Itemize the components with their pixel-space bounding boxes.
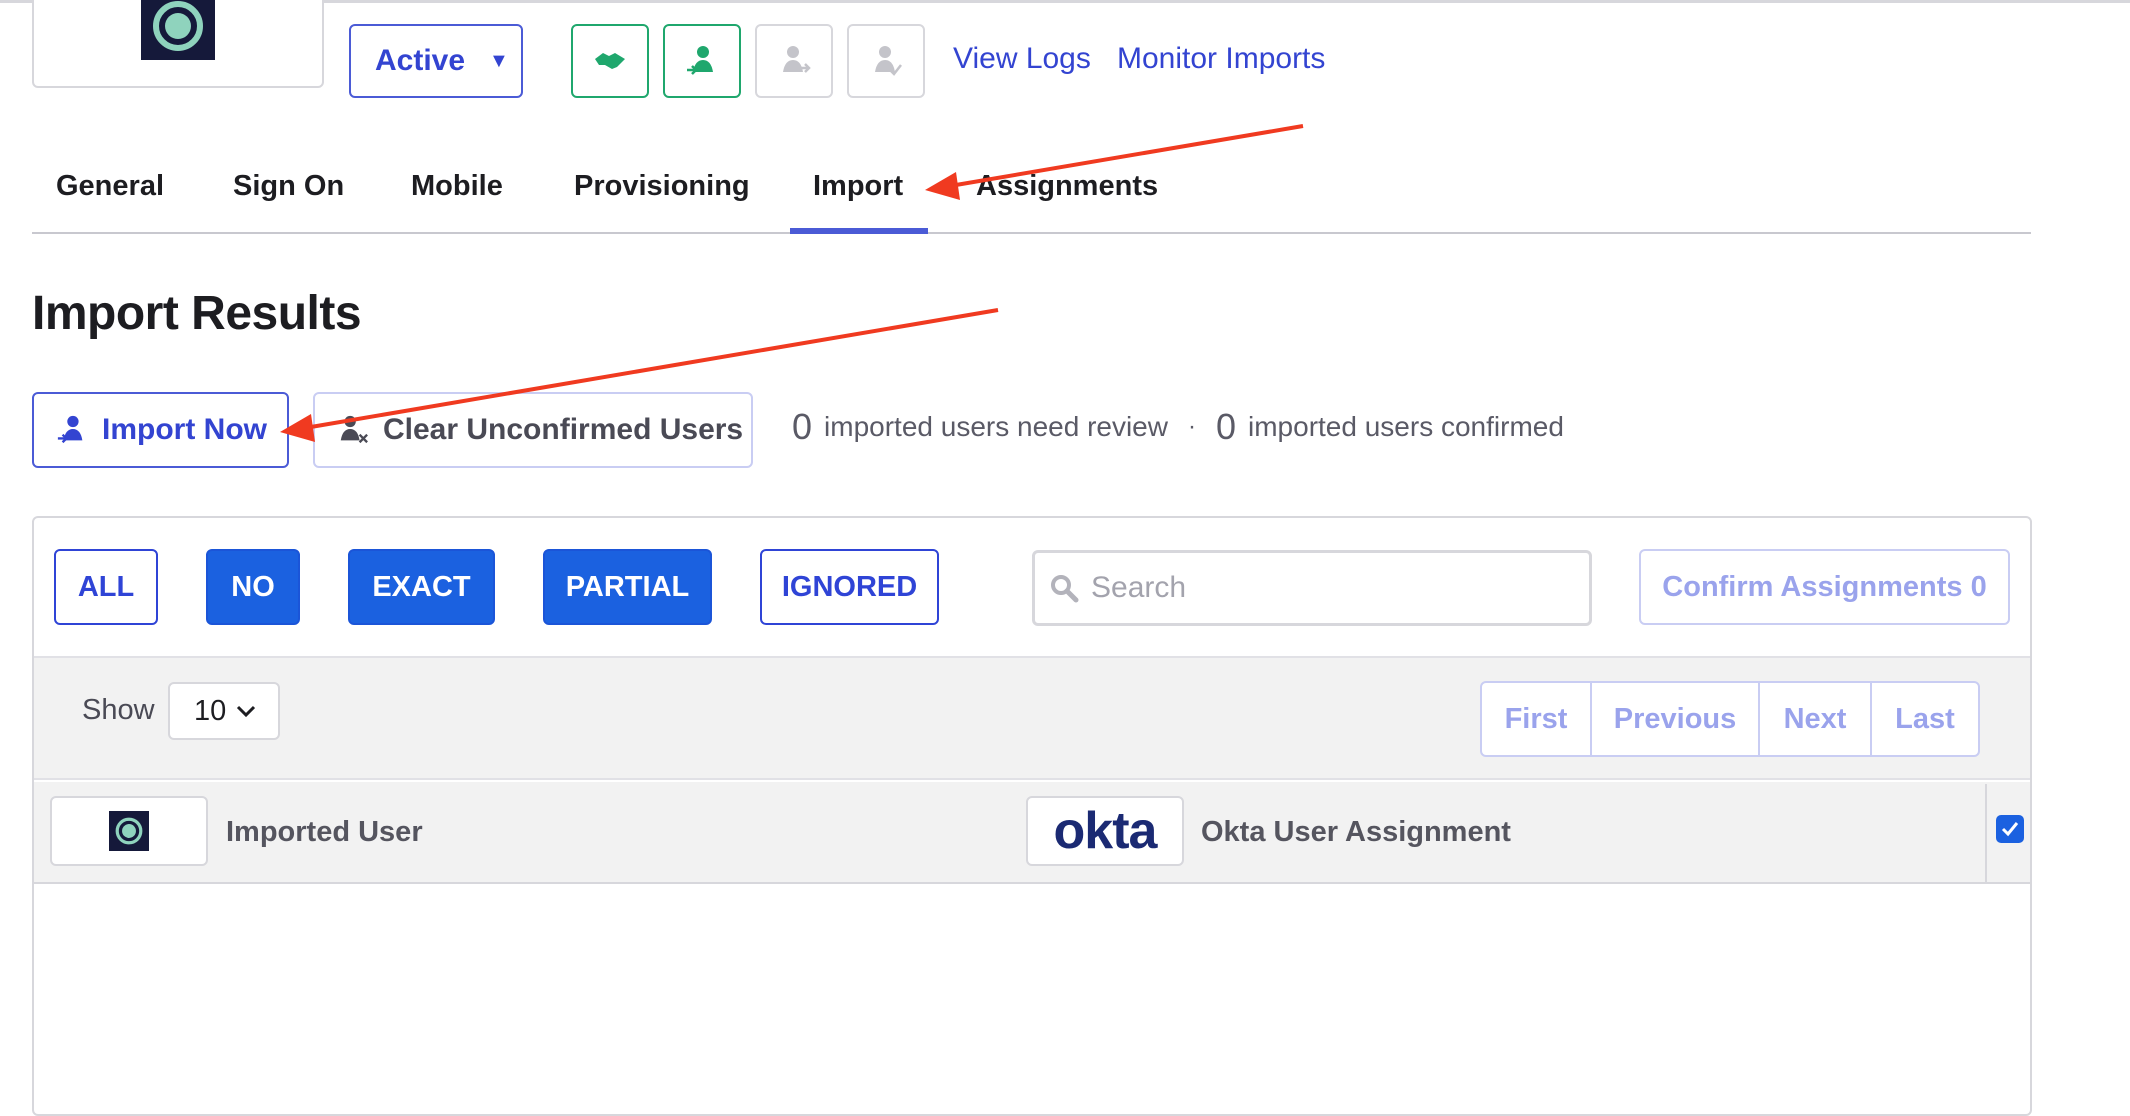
active-tab-indicator: [790, 228, 928, 234]
page-size-select[interactable]: 10: [168, 682, 280, 740]
confirmed-count: 0: [1215, 406, 1237, 447]
confirm-assignments-button[interactable]: Confirm Assignments 0: [1639, 549, 2010, 625]
chevron-down-icon: [237, 705, 256, 718]
pagination: First Previous Next Last: [1480, 681, 1980, 757]
filter-ignored-button[interactable]: IGNORED: [760, 549, 939, 625]
need-review-count: 0: [792, 406, 813, 447]
pager-next-button[interactable]: Next: [1760, 683, 1872, 755]
okta-wordmark: okta: [1053, 802, 1158, 860]
status-label: Active: [375, 44, 466, 77]
import-now-label: Import Now: [102, 413, 267, 446]
imported-user-column-header: Imported User: [226, 816, 423, 848]
imported-user-app-logo: [50, 796, 208, 866]
checkmark-icon: [2001, 822, 2019, 837]
pager-last-button[interactable]: Last: [1872, 683, 1978, 755]
tab-general[interactable]: General: [56, 170, 164, 203]
import-counts: 0 imported users need review · 0 importe…: [792, 402, 1564, 452]
clear-unconfirmed-label: Clear Unconfirmed Users: [383, 413, 744, 446]
filter-no-button[interactable]: NO: [206, 549, 300, 625]
okta-assignment-column-header: Okta User Assignment: [1201, 816, 1511, 848]
arrowhead-import-tab: [925, 172, 960, 200]
app-logo: [141, 0, 215, 60]
monitor-imports-link[interactable]: Monitor Imports: [1117, 42, 1325, 76]
pager-previous-button[interactable]: Previous: [1592, 683, 1760, 755]
search-icon: [1051, 575, 1079, 603]
filter-all-button[interactable]: ALL: [54, 549, 158, 625]
filter-exact-button[interactable]: EXACT: [348, 549, 495, 625]
search-input[interactable]: [1089, 570, 1573, 606]
tab-assignments[interactable]: Assignments: [976, 170, 1158, 203]
user-remove-icon: [340, 415, 368, 444]
import-now-button[interactable]: Import Now: [32, 392, 289, 468]
user-confirm-disabled-icon: [875, 46, 902, 76]
page-title: Import Results: [32, 287, 362, 340]
tab-provisioning[interactable]: Provisioning: [574, 170, 750, 203]
view-logs-link[interactable]: View Logs: [953, 42, 1091, 76]
user-push-disabled-button[interactable]: [755, 24, 833, 98]
tabs-divider: [32, 232, 2031, 234]
tab-import[interactable]: Import: [813, 170, 903, 203]
import-user-icon: [57, 415, 83, 444]
app-status-dropdown[interactable]: Active ▼: [349, 24, 523, 98]
search-field[interactable]: [1032, 550, 1592, 626]
show-label: Show: [82, 694, 155, 726]
handshake-icon: [595, 53, 625, 69]
okta-logo: okta: [1026, 796, 1184, 866]
pager-first-button[interactable]: First: [1482, 683, 1592, 755]
select-all-checkbox[interactable]: [1996, 815, 2024, 843]
ring-logo-icon: [115, 817, 143, 845]
handshake-button[interactable]: [571, 24, 649, 98]
caret-down-icon: ▼: [489, 49, 509, 72]
push-users-button[interactable]: [663, 24, 741, 98]
app-logo-small: [109, 811, 149, 851]
user-confirm-disabled-button[interactable]: [847, 24, 925, 98]
push-user-icon: [687, 46, 713, 75]
confirmed-label: imported users confirmed: [1248, 411, 1564, 442]
page-size-value: 10: [194, 694, 227, 727]
clear-unconfirmed-users-button[interactable]: Clear Unconfirmed Users: [313, 392, 753, 468]
count-separator: ·: [1187, 413, 1196, 440]
ring-logo-icon: [153, 1, 203, 51]
need-review-label: imported users need review: [824, 411, 1168, 442]
tab-mobile[interactable]: Mobile: [411, 170, 503, 203]
user-push-disabled-icon: [783, 46, 811, 73]
checkbox-column-divider: [1985, 784, 1987, 884]
tab-sign-on[interactable]: Sign On: [233, 170, 344, 203]
filter-partial-button[interactable]: PARTIAL: [543, 549, 712, 625]
